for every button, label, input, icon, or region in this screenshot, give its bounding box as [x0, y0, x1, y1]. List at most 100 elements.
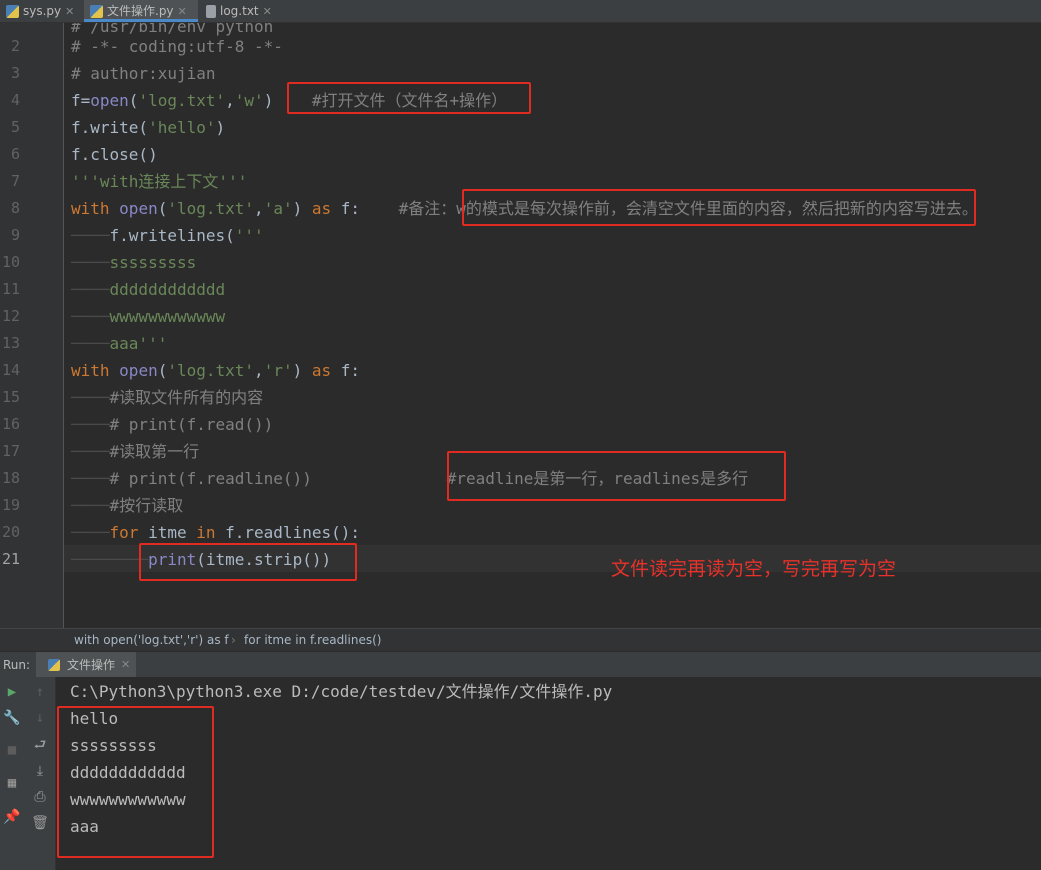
close-icon[interactable]: ✕	[263, 5, 272, 18]
code-token: # author:xujian	[71, 64, 216, 83]
code-token: itme	[138, 523, 197, 542]
line-number: 16	[1, 415, 20, 433]
code-token: wwwwwwwwwwww	[109, 307, 226, 326]
line-number-gutter: 2 3 4 5 6 7 8 9 10 11 12 13 14 15 16 17 18 19 20 21	[0, 23, 63, 628]
code-line: ────#读取第一行	[71, 438, 199, 465]
code-token: (	[157, 361, 168, 380]
indent-guide: ────	[71, 469, 110, 488]
breadcrumb-separator-icon: ›	[231, 633, 236, 647]
code-token: f=	[71, 91, 91, 110]
indent-guide: ────	[71, 388, 110, 407]
code-token: for	[109, 523, 139, 542]
code-token: dddddddddddd	[109, 280, 226, 299]
code-token: 'hello'	[148, 118, 216, 137]
code-line: ────f.writelines('''	[71, 222, 264, 249]
code-token: open	[119, 361, 158, 380]
close-icon[interactable]: ✕	[178, 5, 187, 18]
line-number: 5	[10, 118, 20, 136]
up-arrow-icon[interactable]: ↑	[30, 682, 50, 702]
line-number: 19	[1, 496, 20, 514]
code-token: # -*- coding:utf-8 -*-	[71, 37, 283, 56]
code-line: ────aaa'''	[71, 330, 167, 357]
code-token: )	[292, 199, 312, 218]
down-arrow-icon[interactable]: ↓	[30, 708, 50, 728]
code-token: f.readlines():	[215, 523, 360, 542]
code-token: ,	[254, 361, 264, 380]
code-token: # print(f.readline())	[109, 469, 312, 488]
indent-guide: ────	[71, 442, 110, 461]
code-token: ,	[225, 91, 235, 110]
tab-log-txt[interactable]: log.txt ✕	[200, 0, 278, 22]
code-line: f.write('hello')	[71, 114, 225, 141]
code-token: ,	[254, 199, 264, 218]
run-console[interactable]: C:\Python3\python3.exe D:/code/testdev/文…	[55, 677, 1041, 870]
code-token: as	[311, 361, 332, 380]
code-token: f.close()	[71, 145, 158, 164]
breadcrumb-item[interactable]: for itme in f.readlines()	[244, 629, 381, 651]
code-token: with	[71, 361, 110, 380]
run-tab[interactable]: 文件操作 ✕	[36, 652, 136, 678]
code-token: 'w'	[234, 91, 264, 110]
code-line: '''with连接上下文'''	[71, 168, 247, 195]
run-label: Run:	[3, 658, 31, 672]
wrench-icon[interactable]: 🔧	[2, 708, 22, 728]
indent-guide: ────	[71, 334, 110, 353]
indent-guide: ────	[71, 415, 110, 434]
python-file-icon	[48, 659, 60, 671]
code-token: )	[292, 361, 312, 380]
python-file-icon	[90, 5, 103, 18]
layout-icon[interactable]: ▦	[2, 773, 22, 793]
line-number: 18	[1, 469, 20, 487]
python-file-icon	[6, 5, 19, 18]
console-command: C:\Python3\python3.exe D:/code/testdev/文…	[70, 682, 613, 701]
highlight-box-w-mode-note	[462, 189, 976, 226]
code-token: #读取文件所有的内容	[109, 388, 264, 407]
code-token: (	[157, 199, 168, 218]
line-number: 12	[1, 307, 20, 325]
indent-guide: ────	[71, 280, 110, 299]
tab-label: log.txt	[220, 4, 259, 18]
code-token: sssssssss	[109, 253, 197, 272]
code-token: '''	[234, 226, 264, 245]
rerun-icon[interactable]: ▶	[2, 682, 22, 702]
code-token: (	[128, 91, 139, 110]
indent-guide: ────	[71, 307, 110, 326]
indent-guide: ────	[71, 523, 110, 542]
code-editor[interactable]: # /usr/bin/env python # -*- coding:utf-8…	[64, 23, 1041, 628]
close-icon[interactable]: ✕	[65, 5, 74, 18]
code-token: '''with连接上下文'''	[71, 172, 248, 191]
code-token: f:	[331, 361, 361, 380]
code-token: )	[215, 118, 226, 137]
editor-tab-bar: sys.py ✕ 文件操作.py ✕ log.txt ✕	[0, 0, 1041, 23]
code-token: 'log.txt'	[167, 199, 255, 218]
code-line: ────dddddddddddd	[71, 276, 225, 303]
tab-file-ops-py[interactable]: 文件操作.py ✕	[84, 0, 198, 22]
print-icon[interactable]: ⎙	[30, 787, 50, 807]
line-number: 8	[10, 199, 20, 217]
code-line: ────wwwwwwwwwwww	[71, 303, 225, 330]
code-token: 'a'	[263, 199, 293, 218]
run-toolwindow-header: Run: 文件操作 ✕	[0, 651, 1041, 678]
code-token: aaa'''	[109, 334, 168, 353]
code-token: # print(f.read())	[109, 415, 274, 434]
soft-wrap-icon[interactable]: ⮐	[30, 735, 50, 755]
line-number: 14	[1, 361, 20, 379]
code-token: #读取第一行	[109, 442, 200, 461]
code-token: 'log.txt'	[138, 91, 226, 110]
line-number: 2	[10, 37, 20, 55]
code-line: # author:xujian	[71, 60, 216, 87]
line-number: 10	[1, 253, 20, 271]
line-number: 9	[10, 226, 20, 244]
trash-icon[interactable]: 🗑	[30, 813, 50, 833]
stop-icon[interactable]: ■	[2, 740, 22, 760]
pin-icon[interactable]: 📌	[2, 807, 22, 827]
close-icon[interactable]: ✕	[121, 652, 130, 678]
indent-guide: ────────	[71, 550, 149, 569]
code-line: ────# print(f.read())	[71, 411, 273, 438]
scroll-to-end-icon[interactable]: ⤓	[30, 761, 50, 781]
tab-sys-py[interactable]: sys.py ✕	[0, 0, 83, 22]
code-token: f:	[331, 199, 361, 218]
code-line: ────#按行读取	[71, 492, 183, 519]
code-token: f.write(	[71, 118, 149, 137]
breadcrumb-item[interactable]: with open('log.txt','r') as f	[74, 629, 229, 651]
